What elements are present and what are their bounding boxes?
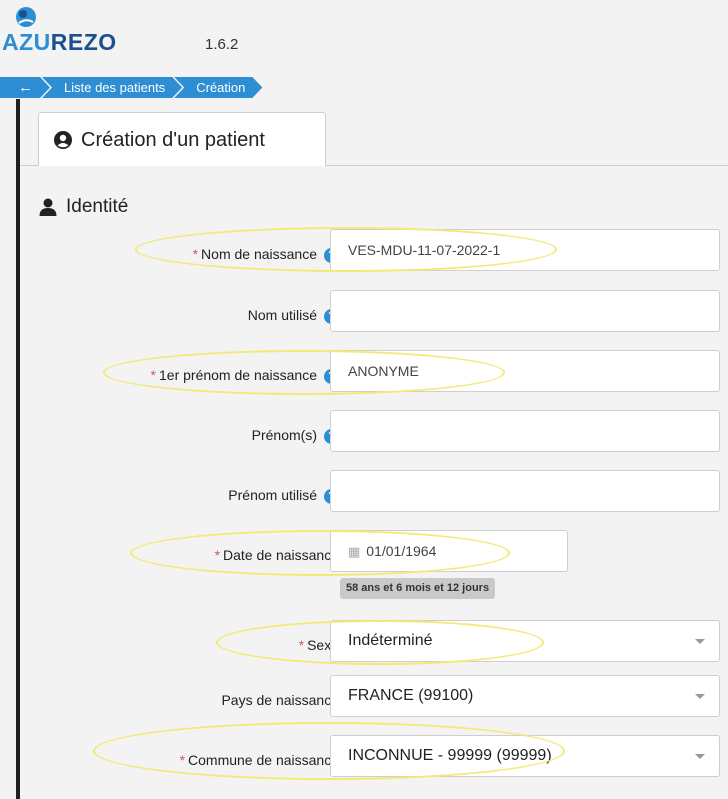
chevron-down-icon	[695, 639, 705, 644]
logo-text: AZUREZO	[2, 29, 117, 56]
user-icon	[39, 198, 57, 216]
calendar-icon: ▦	[348, 544, 361, 559]
arrow-left-icon: ←	[18, 79, 33, 96]
label-text: Commune de naissance	[188, 752, 339, 768]
label-premier-prenom: *1er prénom de naissance?	[151, 350, 339, 400]
label-pays-naissance: Pays de naissance	[221, 675, 339, 725]
label-commune-naissance: * Commune de naissance	[180, 735, 339, 785]
app-header: AZUREZO 1.6.2	[0, 0, 728, 72]
row-sexe: * Sexe Indéterminé	[20, 620, 728, 670]
breadcrumb-back-button[interactable]: ←	[0, 77, 50, 98]
label-text: 1er prénom de naissance	[159, 367, 317, 383]
label-nom-naissance: *Nom de naissance?	[193, 229, 339, 279]
input-nom-naissance[interactable]: VES-MDU-11-07-2022-1	[330, 229, 720, 271]
input-nom-utilise[interactable]	[330, 290, 720, 332]
required-marker: *	[192, 246, 199, 262]
row-premier-prenom: *1er prénom de naissance? ANONYME	[20, 350, 728, 400]
required-marker: *	[150, 367, 156, 383]
label-text: Prénom(s)	[251, 427, 317, 443]
user-circle-icon	[54, 131, 72, 149]
input-premier-prenom[interactable]: ANONYME	[330, 350, 720, 392]
breadcrumb-item-patients[interactable]: Liste des patients	[42, 77, 182, 98]
row-nom-utilise: Nom utilisé?	[20, 290, 728, 340]
required-marker: *	[214, 547, 221, 563]
input-prenom-utilise[interactable]	[330, 470, 720, 512]
logo-suffix: REZO	[50, 29, 117, 55]
label-date-naissance: * Date de naissance	[215, 530, 339, 580]
row-date-naissance: * Date de naissance ▦ 01/01/1964	[20, 530, 728, 580]
row-nom-naissance: *Nom de naissance? VES-MDU-11-07-2022-1	[20, 229, 728, 279]
label-text: Nom de naissance	[201, 246, 317, 262]
tab-strip: Création d'un patient	[20, 104, 728, 167]
required-marker: *	[179, 752, 186, 768]
row-prenom-utilise: Prénom utilisé?	[20, 470, 728, 520]
row-prenoms: Prénom(s)?	[20, 410, 728, 460]
required-marker: *	[298, 637, 305, 653]
breadcrumb: ← Liste des patients Création	[0, 77, 254, 98]
input-prenoms[interactable]	[330, 410, 720, 452]
label-text: Nom utilisé	[247, 307, 317, 323]
tab-label: Création d'un patient	[81, 128, 265, 151]
select-commune-naissance[interactable]: INCONNUE - 99999 (99999)	[330, 735, 720, 777]
select-pays-naissance[interactable]: FRANCE (99100)	[330, 675, 720, 717]
section-title-text: Identité	[66, 196, 129, 217]
label-prenoms: Prénom(s)?	[252, 410, 339, 460]
input-date-naissance[interactable]: ▦ 01/01/1964	[330, 530, 568, 572]
logo-icon	[16, 7, 36, 27]
breadcrumb-item-creation[interactable]: Création	[174, 77, 262, 98]
select-sexe[interactable]: Indéterminé	[330, 620, 720, 662]
label-text: Pays de naissance	[221, 692, 339, 708]
chevron-down-icon	[695, 754, 705, 759]
chevron-down-icon	[695, 694, 705, 699]
label-nom-utilise: Nom utilisé?	[248, 290, 339, 340]
label-text: Prénom utilisé	[228, 487, 317, 503]
section-title: Identité	[38, 196, 128, 218]
app-version: 1.6.2	[205, 36, 239, 53]
age-badge: 58 ans et 6 mois et 12 jours	[340, 578, 496, 599]
select-value: Indéterminé	[348, 632, 433, 649]
select-value: FRANCE (99100)	[348, 687, 474, 704]
label-text: Date de naissance	[223, 547, 339, 563]
row-commune-naissance: * Commune de naissance INCONNUE - 99999 (…	[20, 735, 728, 785]
row-pays-naissance: Pays de naissance FRANCE (99100)	[20, 675, 728, 725]
logo-prefix: AZU	[2, 29, 51, 55]
form-content: Identité *Nom de naissance? VES-MDU-11-0…	[20, 166, 728, 796]
select-value: INCONNUE - 99999 (99999)	[348, 747, 552, 764]
tab-creation-patient[interactable]: Création d'un patient	[38, 112, 326, 167]
label-prenom-utilise: Prénom utilisé?	[228, 470, 339, 520]
date-value: 01/01/1964	[366, 543, 437, 559]
